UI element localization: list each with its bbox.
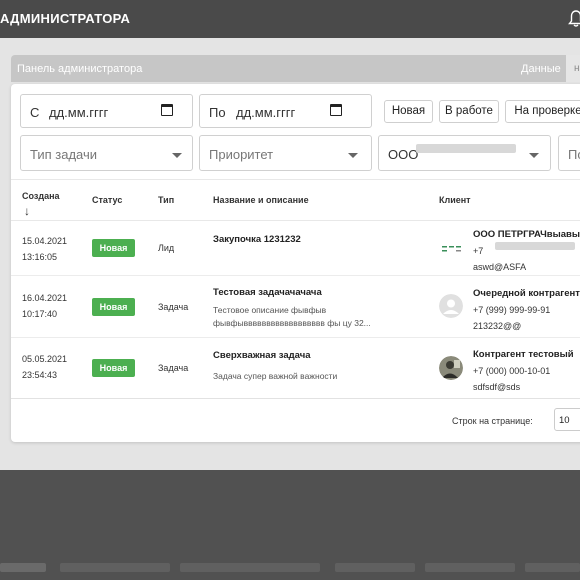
row-desc-line1: Задача супер важной важности — [213, 371, 338, 381]
chevron-down-icon — [172, 153, 182, 158]
calendar-icon[interactable] — [161, 104, 173, 116]
redacted-text — [180, 563, 320, 572]
arrow-down-icon[interactable]: ↓ — [24, 204, 30, 218]
date-to-field[interactable]: По дд.мм.гггг — [199, 94, 372, 128]
date-from-field[interactable]: С дд.мм.гггг — [20, 94, 193, 128]
avatar — [439, 294, 463, 318]
admin-panel-tabs: Панель администратора Данные на р — [11, 55, 580, 82]
status-badge: Новая — [92, 239, 135, 257]
row-type: Задача — [158, 363, 189, 373]
date-from-prefix: С — [30, 105, 40, 120]
client-name[interactable]: Контрагент тестовый — [473, 347, 574, 363]
chevron-down-icon — [348, 153, 358, 158]
calendar-icon[interactable] — [330, 104, 342, 116]
priority-select[interactable]: Приоритет — [199, 135, 372, 171]
header-name[interactable]: Название и описание — [213, 195, 309, 205]
table-row[interactable]: 05.05.2021 23:54:43 Новая Задача Сверхва… — [11, 338, 580, 399]
avatar — [439, 356, 463, 380]
task-type-select[interactable]: Тип задачи — [20, 135, 193, 171]
row-name-desc: Сверхважная задача Задача супер важной в… — [213, 348, 433, 383]
bottom-dark-area — [0, 470, 580, 580]
row-title[interactable]: Тестовая задачачачача — [213, 285, 433, 301]
row-desc-line1: Тестовое описание фывфыв — [213, 305, 327, 315]
rows-per-page-label: Строк на странице: — [452, 416, 533, 426]
row-client: Контрагент тестовый +7 (000) 000-10-01 s… — [473, 347, 574, 395]
redacted-text — [335, 563, 415, 572]
row-desc-line2: фывфывввввввввввввввввв фы цу 32... — [213, 318, 371, 328]
client-name[interactable]: ООО ПЕТРГРАЧвыавыа — [473, 227, 580, 243]
client-email: 213232@@ — [473, 321, 522, 331]
redacted-text — [416, 144, 516, 153]
row-created: 16.04.2021 10:17:40 — [22, 290, 67, 322]
table-header: Создана ↓ Статус Тип Название и описание… — [11, 179, 580, 221]
redacted-text — [0, 563, 46, 572]
row-date: 16.04.2021 — [22, 293, 68, 303]
client-email: aswd@ASFA — [473, 262, 527, 272]
redacted-text — [425, 563, 515, 572]
review-tab[interactable]: на р — [566, 55, 580, 82]
table-row[interactable]: 16.04.2021 10:17:40 Новая Задача Тестова… — [11, 276, 580, 338]
table-row[interactable]: 15.04.2021 13:16:05 Новая Лид Закупочка … — [11, 221, 580, 276]
redacted-phone — [495, 242, 575, 250]
client-logo-icon — [442, 246, 461, 252]
client-email: sdfsdf@sds — [473, 382, 521, 392]
date-to-value: дд.мм.гггг — [236, 105, 296, 120]
admin-panel-tab[interactable]: Панель администратора — [17, 63, 142, 75]
row-client: ООО ПЕТРГРАЧвыавыа +7 aswd@ASFA — [473, 227, 580, 275]
priority-placeholder: Приоритет — [209, 147, 274, 162]
row-type: Задача — [158, 302, 189, 312]
row-time: 10:17:40 — [22, 309, 58, 319]
client-phone: +7 (999) 999-99-91 — [473, 305, 551, 315]
fourth-filter-placeholder: По — [568, 147, 580, 162]
app-title: АДМИНИСТРАТОРА — [0, 11, 131, 26]
date-to-prefix: По — [209, 105, 226, 120]
status-badge: Новая — [92, 359, 135, 377]
row-title[interactable]: Сверхважная задача — [213, 348, 433, 364]
table-pagination: Строк на странице: 10 — [11, 399, 580, 442]
status-chip-new[interactable]: Новая — [384, 100, 433, 123]
header-status[interactable]: Статус — [92, 195, 122, 205]
client-phone: +7 (000) 000-10-01 — [473, 366, 551, 376]
tasks-card: С дд.мм.гггг По дд.мм.гггг Новая В работ… — [11, 84, 580, 442]
bell-icon[interactable] — [568, 10, 580, 28]
row-created: 05.05.2021 23:54:43 — [22, 351, 67, 383]
row-client: Очередной контрагент +7 (999) 999-99-91 … — [473, 286, 580, 334]
client-name[interactable]: Очередной контрагент — [473, 286, 580, 302]
row-title[interactable]: Закупочка 1231232 — [213, 232, 301, 248]
redacted-text — [525, 563, 580, 572]
row-date: 05.05.2021 — [22, 354, 68, 364]
row-created: 15.04.2021 13:16:05 — [22, 233, 67, 265]
top-app-bar: АДМИНИСТРАТОРА — [0, 0, 580, 38]
date-from-value: дд.мм.гггг — [49, 105, 109, 120]
rows-per-page-value: 10 — [559, 415, 570, 426]
redacted-text — [60, 563, 170, 572]
status-chip-on-review[interactable]: На проверке — [505, 100, 580, 123]
status-badge: Новая — [92, 298, 135, 316]
row-date: 15.04.2021 — [22, 236, 68, 246]
header-created[interactable]: Создана — [22, 191, 60, 201]
fourth-filter-select[interactable]: По — [558, 135, 580, 171]
row-time: 23:54:43 — [22, 370, 58, 380]
row-name-desc: Тестовая задачачачача Тестовое описание … — [213, 285, 433, 330]
row-time: 13:16:05 — [22, 252, 58, 262]
row-type: Лид — [158, 243, 175, 253]
status-chip-in-progress[interactable]: В работе — [439, 100, 499, 123]
chevron-down-icon — [529, 153, 539, 158]
header-type[interactable]: Тип — [158, 195, 174, 205]
organization-select[interactable]: ООО — [378, 135, 551, 171]
task-type-placeholder: Тип задачи — [30, 147, 98, 162]
rows-per-page-select[interactable]: 10 — [554, 408, 580, 431]
data-tab[interactable]: Данные — [521, 63, 561, 75]
header-client[interactable]: Клиент — [439, 195, 471, 205]
organization-value: ООО — [388, 147, 419, 162]
